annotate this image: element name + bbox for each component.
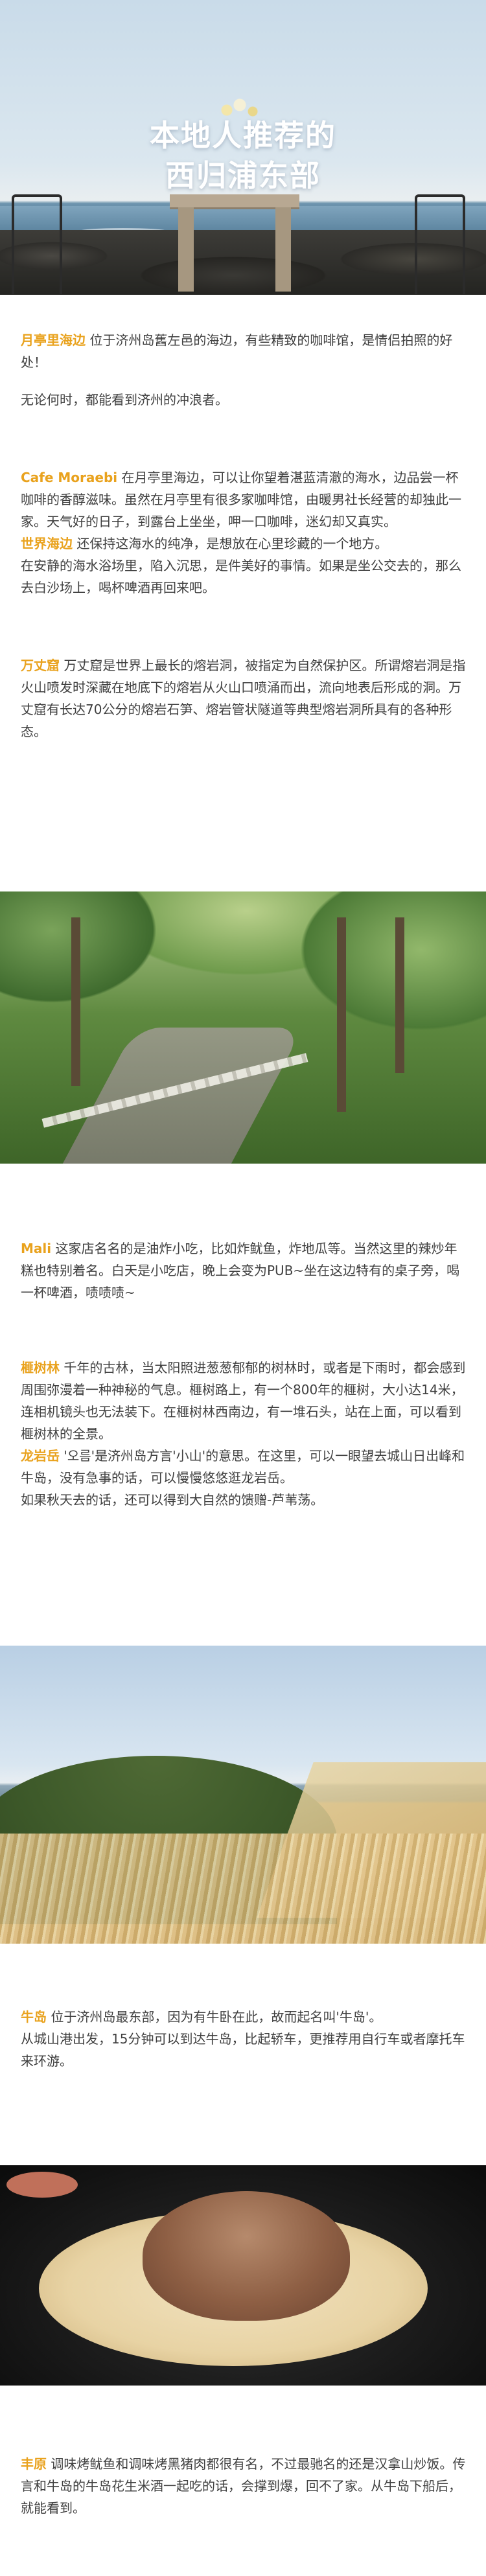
place-note: 如果秋天去的话，还可以得到大自然的馈赠-芦苇荡。 <box>21 1492 324 1508</box>
tree-trunk <box>395 917 404 1073</box>
place-note: 无论何时，都能看到济州的冲浪者。 <box>21 392 228 408</box>
chair-left <box>12 194 62 294</box>
place-description: 这家店名名的是油炸小吃，比如炸鱿鱼，炸地瓜等。当然这里的辣炒年糕也特别着名。白天… <box>21 1241 460 1300</box>
coastal-rocks <box>0 230 486 295</box>
wooden-table <box>170 194 299 207</box>
fried-rice-mound <box>143 2191 350 2321</box>
place-name: 牛岛 <box>21 2009 47 2025</box>
forest-path-photo <box>0 891 486 1164</box>
place-description: 还保持这海水的纯净，是想放在心里珍藏的一个地方。 <box>73 536 388 551</box>
place-description: 万丈窟是世界上最长的熔岩洞，被指定为自然保护区。所谓熔岩洞是指火山喷发时深藏在地… <box>21 658 466 739</box>
section-forest: 榧树林 千年的古林，当太阳照进葱葱郁郁的树林时，或者是下雨时，都会感到周围弥漫着… <box>21 1357 468 1511</box>
place-description: 调味烤鱿鱼和调味烤黑猪肉都很有名，不过最驰名的还是汉拿山炒饭。传言和牛岛的牛岛花… <box>21 2456 466 2516</box>
place-name: 丰原 <box>21 2456 47 2472</box>
chair-right <box>415 194 465 294</box>
place-name: 龙岩岳 <box>21 1448 60 1464</box>
place-name: 榧树林 <box>21 1360 60 1375</box>
article-page: 本地人推荐的 西归浦东部 月亭里海边 位于济州岛舊左邑的海边，有些精致的咖啡馆，… <box>0 0 486 2576</box>
section-mali: Mali 这家店名名的是油炸小吃，比如炸鱿鱼，炸地瓜等。当然这里的辣炒年糕也特别… <box>21 1237 468 1304</box>
section-udo: 牛岛 位于济州岛最东部，因为有牛卧在此，故而起名叫'牛岛'。 从城山港出发，15… <box>21 2006 468 2072</box>
silver-grass <box>0 1834 486 1944</box>
place-description: 位于济州岛最东部，因为有牛卧在此，故而起名叫'牛岛'。 <box>47 2009 382 2025</box>
place-name: Mali <box>21 1241 52 1256</box>
side-dish-bowl <box>6 2172 78 2198</box>
fried-rice-photo <box>0 2165 486 2386</box>
place-name: 月亭里海边 <box>21 332 86 348</box>
place-note: 从城山港出发，15分钟可以到达牛岛，比起轿车，更推荐用自行车或者摩托车来环游。 <box>21 2031 465 2069</box>
place-description: 位于济州岛舊左邑的海边，有些精致的咖啡馆，是情侣拍照的好处！ <box>21 332 453 370</box>
section-cafe: Cafe Moraebi 在月亭里海边，可以让你望着湛蓝清澈的海水，边品尝一杯咖… <box>21 466 468 599</box>
tree-trunk <box>337 917 346 1112</box>
hero-title: 本地人推荐的 西归浦东部 <box>0 115 486 196</box>
tree-trunk <box>71 917 80 1086</box>
place-description: '오름'是济州岛方言'小山'的意思。在这里，可以一眼望去城山日出峰和牛岛，没有急… <box>21 1448 465 1486</box>
place-name: 万丈窟 <box>21 658 60 673</box>
place-name: Cafe Moraebi <box>21 470 118 485</box>
hero-title-line-1: 本地人推荐的 <box>150 118 336 153</box>
table-leg <box>275 207 291 292</box>
stone-path <box>59 1028 304 1164</box>
hero-title-line-2: 西归浦东部 <box>165 158 321 193</box>
place-note: 在安静的海水浴场里，陷入沉思，是件美好的事情。如果是坐公交去的，那么去白沙场上，… <box>21 558 461 595</box>
reed-hill-photo <box>0 1646 486 1944</box>
section-woljeongri: 月亭里海边 位于济州岛舊左邑的海边，有些精致的咖啡馆，是情侣拍照的好处！ 无论何… <box>21 329 468 411</box>
place-description: 千年的古林，当太阳照进葱葱郁郁的树林时，或者是下雨时，都会感到周围弥漫着一种神秘… <box>21 1360 466 1442</box>
section-cave: 万丈窟 万丈窟是世界上最长的熔岩洞，被指定为自然保护区。所谓熔岩洞是指火山喷发时… <box>21 654 468 742</box>
section-pungwon: 丰原 调味烤鱿鱼和调味烤黑猪肉都很有名，不过最驰名的还是汉拿山炒饭。传言和牛岛的… <box>21 2453 468 2519</box>
place-name: 世界海边 <box>21 536 73 551</box>
sea-horizon <box>0 206 486 232</box>
hero-banner: 本地人推荐的 西归浦东部 <box>0 0 486 295</box>
table-leg <box>178 207 194 292</box>
